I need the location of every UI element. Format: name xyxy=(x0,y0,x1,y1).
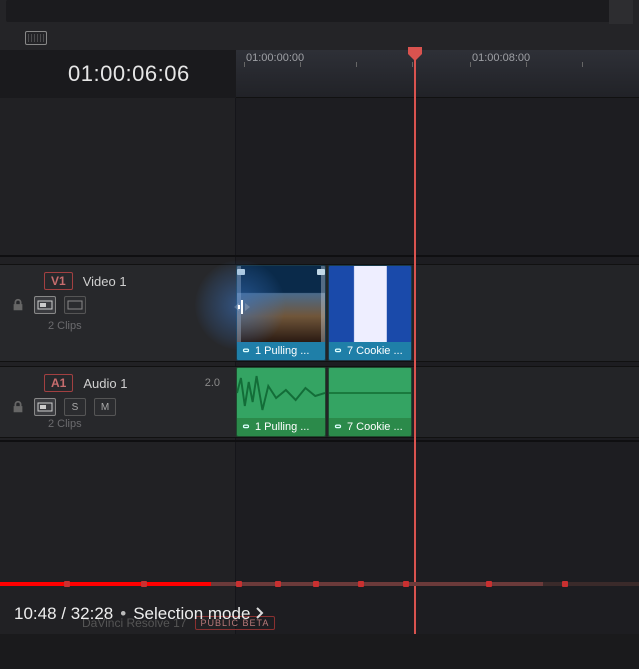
link-icon xyxy=(333,422,343,432)
timeline-panel: 01:00:06:06 01:00:00:00 01:00:08:00 V1 V… xyxy=(0,50,639,634)
link-icon xyxy=(241,422,251,432)
clip-label-text: 1 Pulling ... xyxy=(255,421,309,433)
video-track-header[interactable]: V1 Video 1 2 Clips xyxy=(0,264,236,362)
clip-label-text: 1 Pulling ... xyxy=(255,345,309,357)
spacer-line xyxy=(0,255,639,257)
link-icon xyxy=(333,346,343,356)
timecode-text: 01:00:06:06 xyxy=(68,61,190,87)
video-track-name: Video 1 xyxy=(83,274,127,289)
video-track-badge[interactable]: V1 xyxy=(44,272,73,290)
progress-chapter-markers xyxy=(0,582,639,586)
lock-icon[interactable] xyxy=(10,398,26,416)
time-ruler[interactable]: 01:00:00:00 01:00:08:00 xyxy=(236,50,639,98)
auto-select-button[interactable] xyxy=(34,398,56,416)
top-toolbar-empty xyxy=(6,0,633,22)
clip-thumbnail xyxy=(329,266,411,342)
keyboard-icon[interactable] xyxy=(25,31,47,45)
clip-label-bar: 1 Pulling ... xyxy=(237,342,325,360)
video-player-controls: 10:48 / 32:28 • Selection mode xyxy=(0,582,639,634)
auto-select-button[interactable] xyxy=(34,296,56,314)
audio-channel-indicator: 2.0 xyxy=(205,377,220,389)
player-time-sep: / xyxy=(57,604,71,624)
link-icon xyxy=(241,346,251,356)
ruler-label-0: 01:00:00:00 xyxy=(246,52,304,64)
chevron-right-icon[interactable] xyxy=(254,604,266,624)
player-time-current: 10:48 xyxy=(14,604,57,624)
audio-clip-1[interactable]: 1 Pulling ... xyxy=(236,367,326,437)
top-toolbar-row xyxy=(0,0,639,26)
player-chapter-title[interactable]: Selection mode xyxy=(133,604,250,624)
edit-tools-row xyxy=(0,26,639,50)
video-clip-count: 2 Clips xyxy=(0,316,236,340)
audio-track-name: Audio 1 xyxy=(83,376,127,391)
waveform xyxy=(237,368,325,418)
video-track-lane[interactable]: 1 Pulling ... 7 Cookie ... xyxy=(236,264,639,362)
trim-cursor-icon xyxy=(232,296,252,318)
lock-icon[interactable] xyxy=(10,296,26,314)
player-time-total: 32:28 xyxy=(71,604,114,624)
audio-track-badge[interactable]: A1 xyxy=(44,374,73,392)
clip-label-bar: 7 Cookie ... xyxy=(329,342,411,360)
mute-button[interactable]: M xyxy=(94,398,116,416)
audio-clip-count: 2 Clips xyxy=(0,418,236,438)
solo-button[interactable]: S xyxy=(64,398,86,416)
ruler-label-1: 01:00:08:00 xyxy=(472,52,530,64)
waveform xyxy=(329,368,411,418)
top-toolbar-right-block xyxy=(609,0,633,24)
video-clip-2[interactable]: 7 Cookie ... xyxy=(328,265,412,361)
audio-track-header[interactable]: A1 Audio 1 2.0 S M 2 Clips xyxy=(0,366,236,438)
clip-label-bar: 7 Cookie ... xyxy=(329,418,411,436)
audio-clip-2[interactable]: 7 Cookie ... xyxy=(328,367,412,437)
clip-label-bar: 1 Pulling ... xyxy=(237,418,325,436)
player-info-row: 10:48 / 32:28 • Selection mode xyxy=(0,594,639,634)
video-toggle-button[interactable] xyxy=(64,296,86,314)
clip-label-text: 7 Cookie ... xyxy=(347,345,403,357)
clip-label-text: 7 Cookie ... xyxy=(347,421,403,433)
dot-separator: • xyxy=(113,604,133,624)
ruler-row: 01:00:06:06 01:00:00:00 01:00:08:00 xyxy=(0,50,639,98)
current-timecode-display[interactable]: 01:00:06:06 xyxy=(0,50,236,98)
progress-track[interactable] xyxy=(0,582,639,586)
audio-track-lane[interactable]: 1 Pulling ... 7 Cookie ... xyxy=(236,366,639,438)
tracks-bottom-line xyxy=(0,440,639,442)
